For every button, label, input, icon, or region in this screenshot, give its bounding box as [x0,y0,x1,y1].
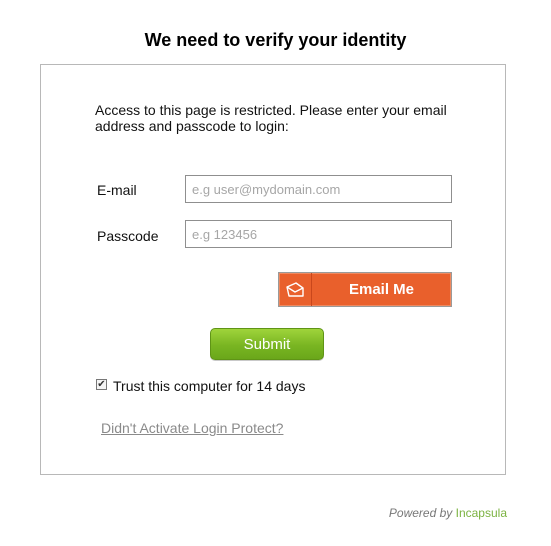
powered-by-text: Powered by [388,506,453,520]
email-input[interactable] [185,175,452,203]
passcode-label: Passcode [97,228,159,244]
incapsula-brand-link[interactable]: Incapsula [456,506,507,520]
envelope-icon [279,273,312,306]
email-me-label: Email Me [348,281,415,298]
intro-line-1: Access to this page is restricted. Pleas… [95,102,447,118]
page-title: We need to verify your identity [144,30,407,50]
trust-option: ✔ Trust this computer for 14 days [96,378,305,394]
intro-line-2: address and passcode to login: [95,118,289,134]
email-label: E-mail [97,182,137,198]
submit-button[interactable]: Submit [210,328,324,360]
passcode-input[interactable] [185,220,452,248]
login-panel: Access to this page is restricted. Pleas… [40,64,506,475]
intro-text: Access to this page is restricted. Pleas… [95,102,465,134]
email-me-button[interactable]: Email Me [278,272,452,307]
trust-checkbox[interactable]: ✔ [96,379,107,390]
trust-label: Trust this computer for 14 days [113,378,306,394]
login-protect-help-link[interactable]: Didn't Activate Login Protect? [101,420,283,436]
powered-by: Powered by Incapsula [389,506,507,520]
